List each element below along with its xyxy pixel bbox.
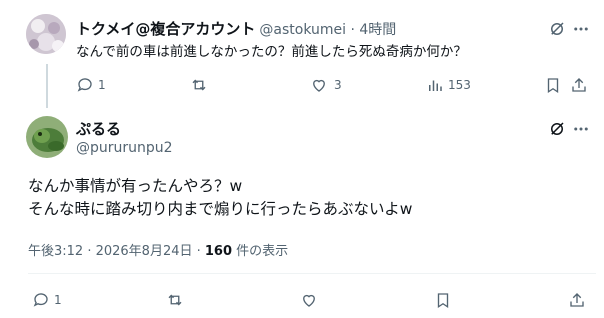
main-meta: 午後3:12 · 2026年8月24日 · 160 件の表示 (28, 240, 288, 259)
heart-icon (313, 79, 325, 92)
reply-display-name[interactable]: トクメイ@複合アカウント (76, 20, 255, 38)
main-handle[interactable]: @pururunpu2 (76, 140, 173, 156)
main-views-label: 件の表示 (232, 244, 289, 259)
reply-views-button[interactable]: 153 (426, 76, 471, 94)
views-icon (429, 80, 442, 91)
main-text-line-1: なんか事情が有ったんやろ？w (28, 177, 243, 195)
main-reply-button[interactable]: 1 (32, 291, 62, 309)
reply-avatar[interactable] (26, 14, 66, 54)
main-retweet-button[interactable] (166, 291, 184, 309)
thread-line (46, 64, 48, 108)
main-text: なんか事情が有ったんやろ？w そんな時に踏み切り内まで煽りに行ったらあぶないよw (28, 175, 412, 221)
main-retweet-icon (168, 294, 182, 306)
main-text-line-2: そんな時に踏み切り内まで煽りに行ったらあぶないよw (28, 200, 413, 218)
reply-like-button[interactable]: 3 (310, 76, 342, 94)
reply-text: なんで前の車は前進しなかったの？前進したら死ぬ奇病か何か？ (76, 44, 467, 60)
main-more-icon[interactable] (572, 120, 590, 138)
reply-retweet-button[interactable] (190, 76, 208, 94)
reply-author[interactable]: トクメイ@複合アカウント @astokumei · 4時間 (76, 18, 396, 39)
reply-share-button[interactable] (570, 76, 588, 94)
reply-reply-count: 1 (98, 78, 106, 92)
main-grok-icon[interactable] (548, 120, 566, 138)
reply-like-count: 3 (334, 78, 342, 92)
share-icon (572, 78, 586, 92)
reply-reply-button[interactable]: 1 (76, 76, 106, 94)
main-share-button[interactable] (568, 291, 586, 309)
grok-icon[interactable] (548, 20, 566, 38)
more-icon[interactable] (572, 20, 590, 38)
main-bookmark-icon (437, 293, 449, 309)
main-avatar-image (26, 116, 68, 158)
reply-bookmark-button[interactable] (544, 76, 562, 94)
retweet-icon (192, 79, 206, 91)
main-comment-icon (33, 293, 48, 307)
main-bookmark-button[interactable] (434, 291, 452, 309)
main-like-button[interactable] (300, 291, 318, 309)
main-avatar[interactable] (26, 116, 68, 158)
bookmark-icon (547, 78, 559, 94)
main-display-name[interactable]: ぷるる (76, 118, 121, 139)
action-divider (28, 273, 596, 274)
reply-avatar-image (26, 14, 66, 54)
main-timestamp[interactable]: 午後3:12 · 2026年8月24日 · (28, 244, 205, 259)
main-reply-count: 1 (54, 293, 62, 307)
reply-handle-time[interactable]: @astokumei · 4時間 (259, 22, 396, 38)
reply-view-count: 153 (448, 78, 471, 92)
main-views-count: 160 (204, 244, 233, 259)
main-heart-icon (303, 294, 315, 307)
comment-icon (77, 78, 92, 92)
main-share-icon (570, 293, 584, 307)
